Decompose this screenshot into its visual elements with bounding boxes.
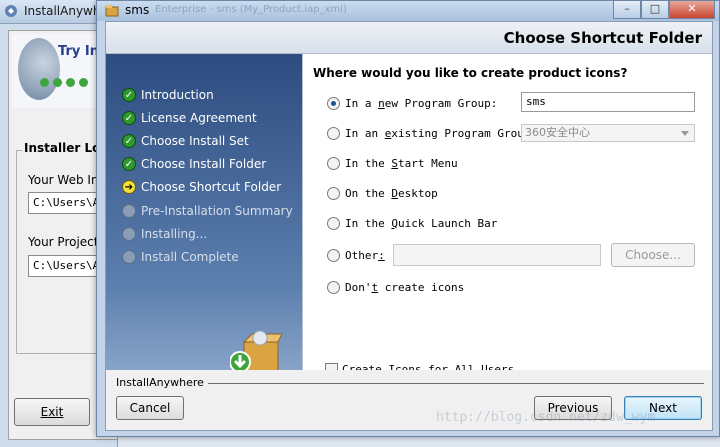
check-icon: ✓ <box>122 111 136 125</box>
step-installing: Installing... <box>122 225 207 243</box>
step-label: Install Complete <box>141 250 239 264</box>
step-label: License Agreement <box>141 111 257 125</box>
package-install-icon <box>230 330 282 373</box>
window-titlebar[interactable]: sms Enterprise - sms (My_Product.iap_xml… <box>97 1 719 21</box>
pending-icon <box>122 227 136 241</box>
maximize-button[interactable]: □ <box>641 1 669 19</box>
arrow-right-icon: ➔ <box>122 180 136 194</box>
step-license-agreement: ✓ License Agreement <box>122 109 257 127</box>
step-header: Choose Shortcut Folder <box>106 22 712 54</box>
step-pre-installation-summary: Pre-Installation Summary <box>122 202 293 220</box>
radio-unselected[interactable] <box>327 216 340 230</box>
question-label: Where would you like to create product i… <box>313 66 628 80</box>
step-title: Choose Shortcut Folder <box>503 29 702 47</box>
wizard-footer: InstallAnywhere Cancel Previous Next htt… <box>106 370 712 430</box>
step-introduction: ✓ Introduction <box>122 86 214 104</box>
cancel-button[interactable]: Cancel <box>116 396 184 420</box>
installanywhere-brand: InstallAnywhere <box>116 376 204 389</box>
choose-button[interactable]: Choose... <box>611 243 695 267</box>
option-start-menu[interactable]: In the Start Menu <box>327 155 458 171</box>
option-dont-create-icons[interactable]: Don't create icons <box>327 279 464 295</box>
step-install-complete: Install Complete <box>122 248 239 266</box>
pending-icon <box>122 250 136 264</box>
radio-selected[interactable] <box>327 96 340 110</box>
radio-unselected[interactable] <box>327 156 340 170</box>
background-window-title: InstallAnywh <box>24 4 101 18</box>
option-existing-program-group[interactable]: In an existing Program Group: <box>327 125 537 141</box>
installer-window: sms Enterprise - sms (My_Product.iap_xml… <box>96 0 720 437</box>
radio-unselected[interactable] <box>327 280 340 294</box>
step-label: Pre-Installation Summary <box>141 204 293 218</box>
radio-unselected[interactable] <box>327 126 340 140</box>
option-desktop[interactable]: On the Desktop <box>327 185 438 201</box>
existing-program-group-select[interactable]: 360安全中心 <box>521 124 695 142</box>
chevron-down-icon <box>681 131 689 136</box>
existing-program-group-value: 360安全中心 <box>525 126 590 139</box>
window-ghost-title: Enterprise - sms (My_Product.iap_xml) <box>155 4 347 15</box>
minimize-icon: – <box>624 2 630 15</box>
background-web-label: Your Web In <box>28 173 99 187</box>
option-new-program-group[interactable]: In a new Program Group: <box>327 95 497 111</box>
background-project-label: Your Project <box>28 235 99 249</box>
check-icon: ✓ <box>122 134 136 148</box>
step-label: Choose Install Folder <box>141 157 267 171</box>
pending-icon <box>122 204 136 218</box>
window-app-icon <box>105 5 119 17</box>
shortcut-options-panel: Where would you like to create product i… <box>302 54 712 376</box>
radio-unselected[interactable] <box>327 248 340 262</box>
step-choose-shortcut-folder: ➔ Choose Shortcut Folder <box>122 178 281 196</box>
minimize-button[interactable]: – <box>613 1 641 19</box>
step-label: Installing... <box>141 227 208 241</box>
step-choose-install-folder: ✓ Choose Install Folder <box>122 155 266 173</box>
installer-body: Choose Shortcut Folder ✓ Introduction ✓ … <box>105 21 713 431</box>
other-path-input[interactable] <box>393 244 601 266</box>
new-program-group-input[interactable]: sms <box>521 92 695 112</box>
step-label: Choose Shortcut Folder <box>141 180 282 194</box>
close-button[interactable]: ✕ <box>669 1 715 19</box>
radio-unselected[interactable] <box>327 186 340 200</box>
installanywhere-app-icon <box>5 5 17 17</box>
step-label: Choose Install Set <box>141 134 249 148</box>
option-other[interactable]: Other: <box>327 247 385 263</box>
background-exit-button[interactable]: Exit <box>14 398 90 426</box>
maximize-icon: □ <box>649 2 661 15</box>
close-icon: ✕ <box>687 2 697 15</box>
background-logo <box>18 38 60 100</box>
step-choose-install-set: ✓ Choose Install Set <box>122 132 249 150</box>
step-label: Introduction <box>141 88 214 102</box>
check-icon: ✓ <box>122 88 136 102</box>
footer-divider <box>208 383 704 384</box>
background-progress-dots <box>40 78 88 87</box>
check-icon: ✓ <box>122 157 136 171</box>
watermark-text: http://blog.csdn.net/zdw_wym <box>436 410 656 425</box>
option-quick-launch-bar[interactable]: In the Quick Launch Bar <box>327 215 497 231</box>
window-title: sms <box>125 3 150 17</box>
